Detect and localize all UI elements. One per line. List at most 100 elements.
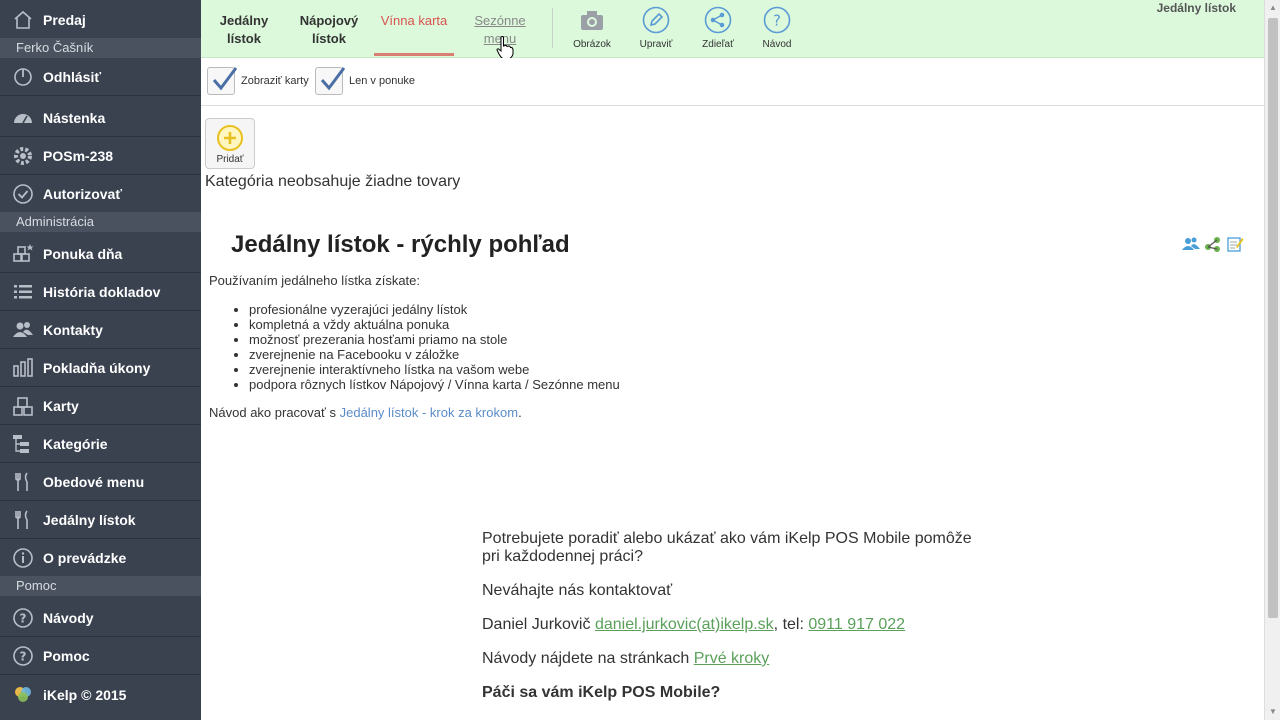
power-icon	[12, 66, 34, 88]
sidebar-item-label: Karty	[43, 398, 79, 414]
help-section-header: Pomoc	[0, 576, 201, 596]
bar-chart-icon	[12, 357, 34, 379]
share-button[interactable]: Zdieľať	[688, 6, 748, 50]
tree-icon	[12, 433, 34, 455]
sidebar-item-label: Jedálny lístok	[43, 512, 136, 528]
sidebar-item-logout[interactable]: Odhlásiť	[0, 59, 201, 96]
picture-button[interactable]: Obrázok	[562, 6, 622, 50]
sidebar-item-lunch-menu[interactable]: Obedové menu	[0, 464, 201, 501]
vertical-scrollbar[interactable]: ▲ ▼	[1264, 0, 1280, 720]
checkbox-box	[207, 67, 238, 95]
sidebar-item-authorize[interactable]: Autorizovať	[0, 176, 201, 213]
contact-guides: Návody nájdete na stránkach Prvé kroky	[482, 650, 992, 668]
speedometer-icon	[12, 107, 34, 129]
quick-view-heading: Jedálny lístok - rýchly pohľad	[231, 231, 570, 258]
share-nodes-icon[interactable]	[1204, 235, 1222, 253]
intro-text: Používaním jedálneho lístka získate:	[209, 273, 421, 288]
check-circle-icon	[12, 183, 34, 205]
cutlery-icon	[12, 471, 34, 493]
contact-email-link[interactable]: daniel.jurkovic(at)ikelp.sk	[595, 616, 774, 633]
scroll-up-icon[interactable]: ▲	[1265, 0, 1280, 16]
edit-button[interactable]: Upraviť	[626, 6, 686, 50]
share-label: Zdieľať	[702, 39, 734, 50]
list-item: profesionálne vyzerajúci jedálny lístok	[249, 302, 620, 317]
sidebar-item-label: Pomoc	[43, 648, 90, 664]
sidebar-item-cash-ops[interactable]: Pokladňa úkony	[0, 350, 201, 387]
toolbar-divider	[552, 8, 553, 48]
contact-invitation: Neváhajte nás kontaktovať	[482, 582, 673, 599]
users-icon[interactable]	[1182, 235, 1200, 253]
sidebar: Predaj Ferko Čašník Odhlásiť Nástenka PO…	[0, 0, 201, 720]
info-icon	[12, 547, 34, 569]
sidebar-item-categories[interactable]: Kategórie	[0, 426, 201, 463]
boxes-icon	[12, 395, 34, 417]
list-item: podpora rôznych lístkov Nápojový / Vínna…	[249, 377, 620, 392]
svg-text:?: ?	[773, 12, 781, 30]
sidebar-item-label: História dokladov	[43, 284, 161, 300]
list-item: možnosť prezerania hosťami priamo na sto…	[249, 332, 620, 347]
sidebar-item-about-venue[interactable]: O prevádzke	[0, 540, 201, 577]
contact-phone-link[interactable]: 0911 917 022	[808, 616, 905, 633]
list-item: zverejnenie na Facebooku v záložke	[249, 347, 620, 362]
sidebar-item-contacts[interactable]: Kontakty	[0, 312, 201, 349]
sidebar-item-label: Kategórie	[43, 436, 108, 452]
home-icon	[12, 9, 34, 31]
share-icon	[704, 6, 732, 34]
guide-button[interactable]: ? Návod	[747, 6, 807, 50]
sidebar-item-device[interactable]: POSm-238	[0, 138, 201, 175]
question-circle-icon: ?	[12, 645, 34, 667]
user-name-header: Ferko Čašník	[0, 38, 201, 58]
sidebar-item-food-menu[interactable]: Jedálny lístok	[0, 502, 201, 539]
filter-bar: Zobraziť karty Len v ponuke	[201, 58, 1264, 106]
camera-icon	[578, 6, 606, 34]
tab-drink-menu[interactable]: Nápojový lístok	[289, 12, 369, 48]
page-title: Jedálny lístok	[1156, 1, 1236, 15]
contact-tel-prefix: , tel:	[773, 616, 809, 633]
first-steps-link[interactable]: Prvé kroky	[694, 650, 770, 667]
svg-text:?: ?	[20, 650, 27, 664]
checkbox-box	[315, 67, 346, 95]
step-by-step-guide-link[interactable]: Jedálny lístok - krok za krokom	[340, 405, 518, 420]
add-label: Pridať	[216, 154, 244, 165]
sidebar-item-label: Autorizovať	[43, 186, 123, 202]
guide-suffix: .	[518, 405, 522, 420]
edit-document-icon[interactable]	[1226, 235, 1244, 253]
guides-prefix: Návody nájdete na stránkach	[482, 650, 694, 667]
question-circle-icon: ?	[763, 6, 791, 34]
list-icon	[12, 281, 34, 303]
tab-food-menu[interactable]: Jedálny lístok	[204, 12, 284, 48]
sidebar-item-help[interactable]: ? Pomoc	[0, 638, 201, 675]
sidebar-item-daily-offer[interactable]: Ponuka dňa	[0, 236, 201, 273]
sidebar-item-label: POSm-238	[43, 148, 114, 164]
show-cards-checkbox[interactable]: Zobraziť karty	[207, 67, 309, 95]
only-in-offer-checkbox[interactable]: Len v ponuke	[315, 67, 415, 95]
sidebar-item-doc-history[interactable]: História dokladov	[0, 274, 201, 311]
sidebar-item-copyright[interactable]: iKelp © 2015	[0, 676, 201, 713]
guide-text: Návod ako pracovať s Jedálny lístok - kr…	[209, 405, 522, 420]
guide-label: Návod	[762, 39, 792, 50]
boxes-star-icon	[12, 243, 34, 265]
scroll-down-icon[interactable]: ▼	[1265, 704, 1280, 720]
contact-section: Potrebujete poradiť alebo ukázať ako vám…	[482, 530, 992, 718]
sidebar-item-label: Návody	[43, 610, 94, 626]
benefits-list: profesionálne vyzerajúci jedálny lístok …	[249, 302, 620, 392]
sidebar-item-dashboard[interactable]: Nástenka	[0, 100, 201, 137]
list-item: zverejnenie interaktívneho lístka na vaš…	[249, 362, 620, 377]
picture-label: Obrázok	[573, 39, 611, 50]
add-button[interactable]: Pridať	[205, 118, 255, 169]
sidebar-item-label: Pokladňa úkony	[43, 360, 151, 376]
only-in-offer-label: Len v ponuke	[349, 75, 416, 87]
cutlery-icon	[12, 509, 34, 531]
sidebar-item-label: Ponuka dňa	[43, 246, 123, 262]
question-circle-icon: ?	[12, 607, 34, 629]
sidebar-item-label: Predaj	[43, 12, 86, 28]
sidebar-item-cards[interactable]: Karty	[0, 388, 201, 425]
scrollbar-thumb[interactable]	[1268, 18, 1278, 618]
heading-action-icons	[1182, 235, 1244, 253]
sidebar-item-label: iKelp © 2015	[43, 686, 127, 703]
sidebar-item-label: Obedové menu	[43, 474, 145, 490]
users-icon	[12, 319, 34, 341]
sidebar-item-guides[interactable]: ? Návody	[0, 600, 201, 637]
sidebar-item-sale[interactable]: Predaj	[0, 2, 201, 39]
tab-wine-list[interactable]: Vínna karta	[374, 12, 454, 56]
